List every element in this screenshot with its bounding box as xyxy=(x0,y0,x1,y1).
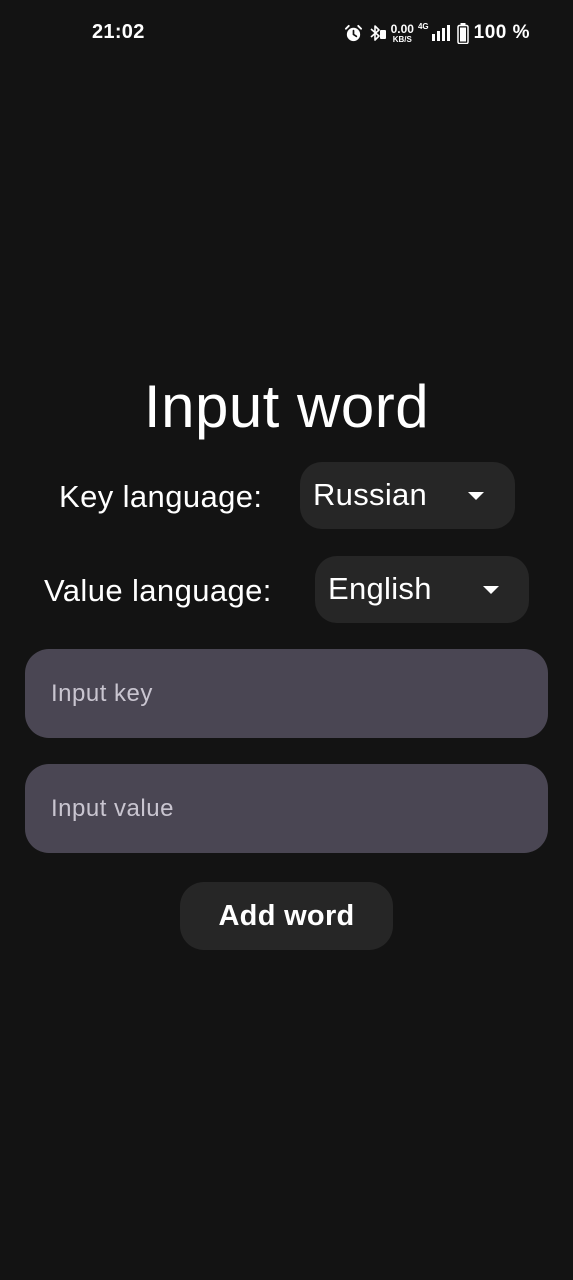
key-language-label: Key language: xyxy=(59,479,263,514)
chevron-down-icon xyxy=(468,492,484,500)
net-speed-unit: KB/S xyxy=(392,34,412,44)
alarm-icon xyxy=(344,24,362,41)
net-speed-value: 0.00 xyxy=(390,21,414,36)
input-value-field[interactable] xyxy=(25,764,548,853)
input-key-field[interactable] xyxy=(25,649,548,738)
value-language-dropdown[interactable]: English xyxy=(315,556,529,623)
add-word-button[interactable]: Add word xyxy=(180,882,393,950)
battery-percent: 100 % xyxy=(473,22,530,43)
battery-icon xyxy=(456,22,469,44)
net-speed: 0.00 KB/S xyxy=(391,23,414,44)
value-language-label: Value language: xyxy=(44,573,272,608)
status-time: 21:02 xyxy=(92,21,145,43)
input-value[interactable] xyxy=(25,764,548,853)
chevron-down-icon xyxy=(483,586,499,594)
screen: 21:02 0.00 KB/S 4G 100 % Input word Key … xyxy=(0,0,573,1280)
key-language-dropdown[interactable]: Russian xyxy=(300,462,515,529)
value-language-selected: English xyxy=(328,571,432,606)
page-title: Input word xyxy=(143,373,430,440)
input-key[interactable] xyxy=(25,649,548,738)
status-bar: 21:02 0.00 KB/S 4G 100 % xyxy=(0,0,573,66)
key-language-selected: Russian xyxy=(313,477,428,512)
signal-icon xyxy=(431,25,450,41)
network-type: 4G xyxy=(417,22,429,31)
bluetooth-icon xyxy=(370,25,386,41)
status-icons: 0.00 KB/S 4G 100 % xyxy=(340,20,530,46)
